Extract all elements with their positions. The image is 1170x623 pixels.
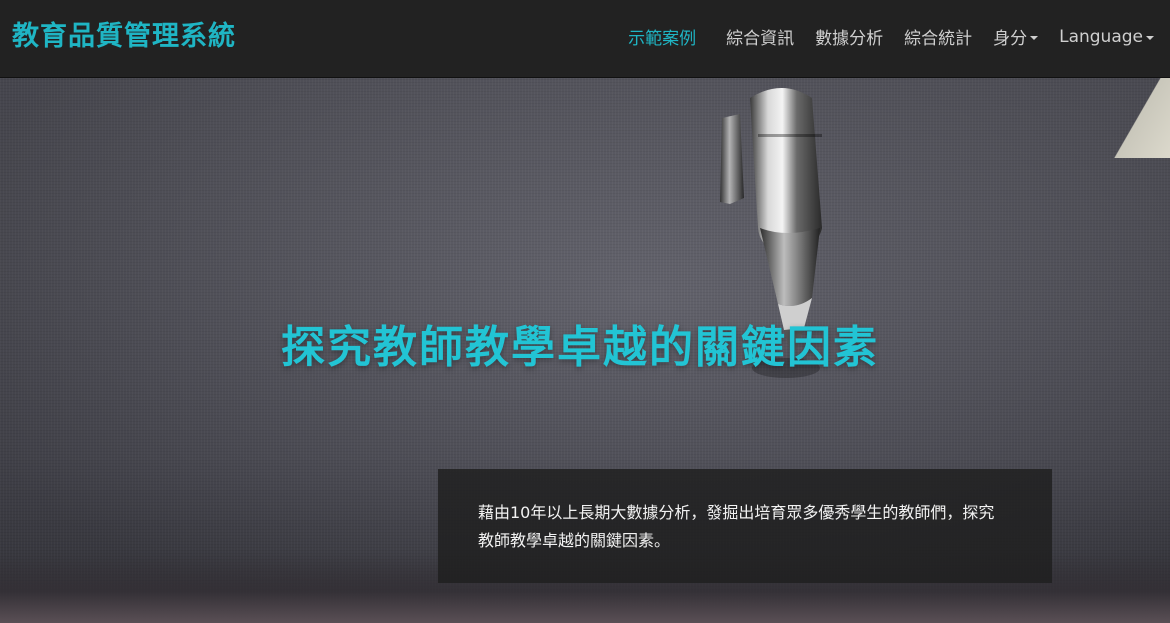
hero-banner: 探究教師教學卓越的關鍵因素 藉由10年以上長期大數據分析，發掘出培育眾多優秀學生…	[0, 78, 1170, 623]
top-navbar: 教育品質管理系統 示範案例 綜合資訊 數據分析 綜合統計 身分 Language	[0, 0, 1170, 78]
nav-item-identity-dropdown[interactable]: 身分	[993, 24, 1039, 49]
hero-background-corner	[1114, 78, 1170, 158]
nav-item-label: 數據分析	[815, 29, 884, 49]
caret-down-icon	[1030, 36, 1039, 40]
caption-text: 藉由10年以上長期大數據分析，發掘出培育眾多優秀學生的教師們，探究教師教學卓越的…	[478, 503, 995, 550]
nav-menu: 示範案例 綜合資訊 數據分析 綜合統計 身分 Language	[607, 24, 1154, 49]
nav-item-label: 綜合資訊	[726, 29, 795, 49]
nav-item-general-info[interactable]: 綜合資訊	[726, 24, 794, 49]
nav-item-language-dropdown[interactable]: Language	[1059, 27, 1154, 47]
nav-item-data-analysis[interactable]: 數據分析	[815, 24, 883, 49]
brand-title[interactable]: 教育品質管理系統	[12, 14, 236, 53]
nav-item-label: Language	[1059, 26, 1143, 47]
nav-item-demo-cases[interactable]: 示範案例	[628, 24, 696, 49]
hero-title: 探究教師教學卓越的關鍵因素	[281, 322, 879, 373]
caption-box: 藉由10年以上長期大數據分析，發掘出培育眾多優秀學生的教師們，探究教師教學卓越的…	[438, 469, 1052, 583]
nav-item-label: 綜合統計	[904, 29, 973, 49]
nav-item-label: 示範案例	[628, 29, 697, 49]
nav-item-label: 身分	[993, 29, 1028, 49]
caret-down-icon	[1146, 36, 1154, 40]
nav-item-statistics[interactable]: 綜合統計	[904, 24, 972, 49]
